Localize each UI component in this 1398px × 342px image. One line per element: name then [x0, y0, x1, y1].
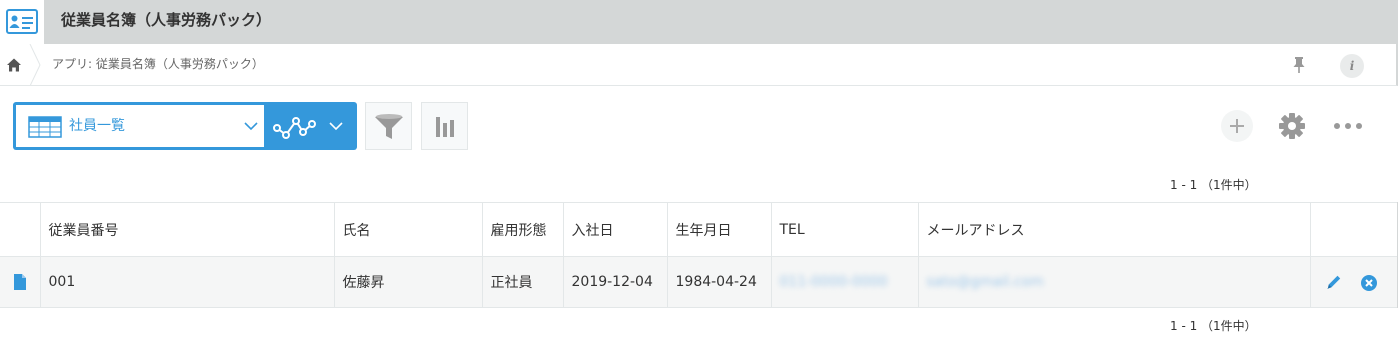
app-title: 従業員名簿（人事労務パック） [61, 11, 272, 29]
cell-name: 佐藤昇 [334, 256, 483, 308]
pencil-icon[interactable] [1325, 273, 1343, 291]
app-icon[interactable] [0, 0, 44, 44]
table-view-icon [28, 116, 62, 138]
header-action-cell [1310, 202, 1398, 257]
gear-icon[interactable] [1278, 112, 1306, 140]
view-dropdown[interactable]: 社員一覧 [16, 105, 264, 147]
cell-birth-date: 1984-04-24 [667, 256, 772, 308]
column-header-hire-date[interactable]: 入社日 [563, 202, 668, 257]
home-icon[interactable] [6, 57, 22, 73]
column-header-employment-type[interactable]: 雇用形態 [482, 202, 564, 257]
employee-card-icon [6, 9, 38, 34]
filter-icon [375, 114, 403, 139]
table-row[interactable]: 001 佐藤昇 正社員 2019-12-04 1984-04-24 011-00… [0, 256, 1398, 308]
plus-icon [1230, 119, 1244, 133]
cell-employment-type: 正社員 [482, 256, 564, 308]
add-record-button[interactable] [1221, 110, 1253, 142]
column-header-email[interactable]: メールアドレス [918, 202, 1311, 257]
cell-email[interactable]: sato@gmail.com [918, 256, 1311, 308]
email-link[interactable]: sato@gmail.com [927, 274, 1044, 290]
table-header-row: 従業員番号 氏名 雇用形態 入社日 生年月日 TEL メールアドレス [0, 202, 1398, 257]
pin-icon[interactable] [1292, 56, 1306, 74]
info-button[interactable]: i [1340, 54, 1364, 78]
graph-chevron-down-icon[interactable] [329, 121, 343, 131]
breadcrumb: アプリ: 従業員名簿（人事労務パック） i [0, 44, 1398, 86]
header-icon-cell [0, 202, 41, 257]
chevron-down-icon [244, 122, 258, 131]
cell-employee-no: 001 [40, 256, 335, 308]
bar-chart-icon [436, 117, 454, 137]
row-detail-cell[interactable] [0, 256, 41, 308]
filter-button[interactable] [365, 102, 412, 150]
graph-icon[interactable] [272, 111, 316, 141]
chart-button[interactable] [421, 102, 468, 150]
cell-tel[interactable]: 011-0000-0000 [771, 256, 919, 308]
row-action-cell [1310, 256, 1398, 308]
pagination-top: 1 - 1 （1件中） [1170, 178, 1257, 192]
tel-link[interactable]: 011-0000-0000 [780, 274, 888, 290]
more-icon[interactable] [1333, 120, 1363, 132]
cell-hire-date: 2019-12-04 [563, 256, 668, 308]
breadcrumb-app-link[interactable]: アプリ: 従業員名簿（人事労務パック） [52, 56, 264, 72]
breadcrumb-separator [29, 44, 41, 86]
record-table: 従業員番号 氏名 雇用形態 入社日 生年月日 TEL メールアドレス 001 佐… [0, 202, 1398, 308]
app-header: 従業員名簿（人事労務パック） [0, 0, 1398, 44]
delete-icon[interactable] [1360, 275, 1377, 291]
column-header-employee-no[interactable]: 従業員番号 [40, 202, 335, 257]
column-header-tel[interactable]: TEL [771, 202, 919, 257]
view-name: 社員一覧 [69, 118, 125, 134]
column-header-name[interactable]: 氏名 [334, 202, 483, 257]
pagination-bottom: 1 - 1 （1件中） [1170, 319, 1257, 333]
view-selector[interactable]: 社員一覧 [13, 102, 357, 150]
document-icon[interactable] [13, 274, 27, 290]
column-header-birth-date[interactable]: 生年月日 [667, 202, 772, 257]
